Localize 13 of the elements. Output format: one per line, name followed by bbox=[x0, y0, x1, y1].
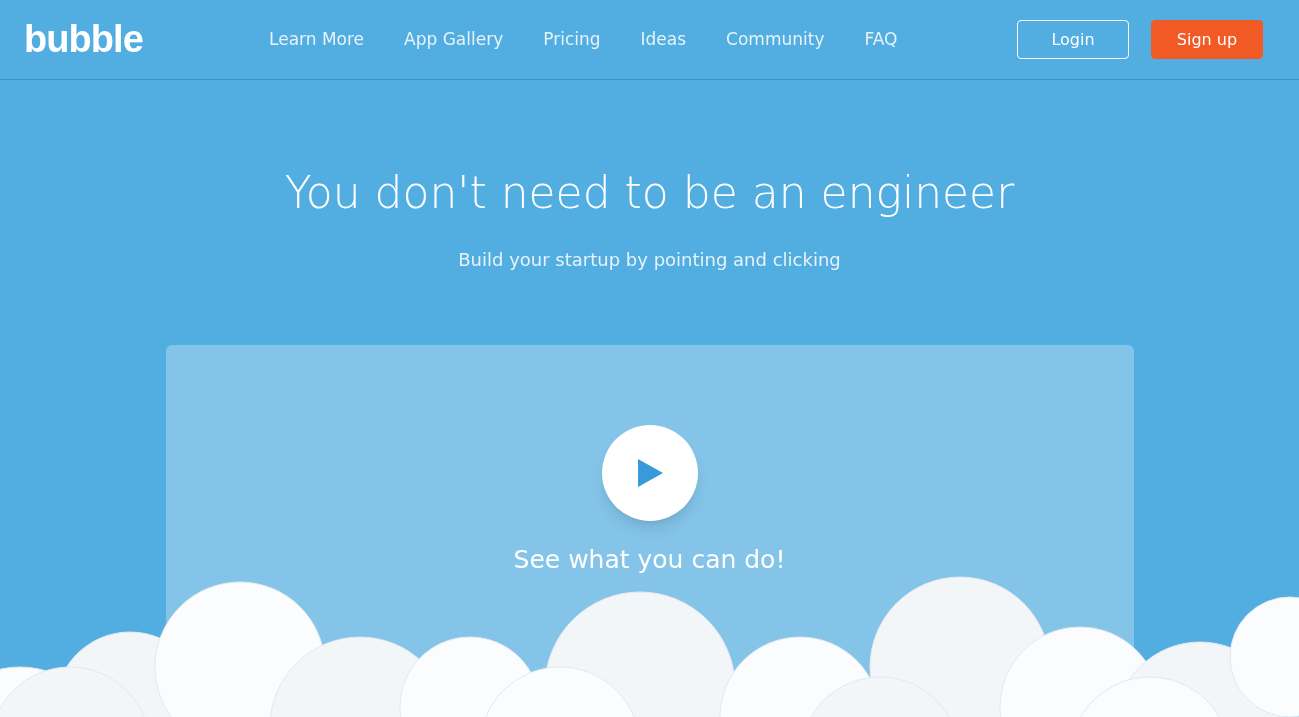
sign-up-button[interactable]: Sign up bbox=[1151, 20, 1263, 59]
nav-link[interactable]: Learn More bbox=[269, 26, 365, 53]
nav-link[interactable]: Community bbox=[726, 26, 825, 53]
nav-link[interactable]: Pricing bbox=[543, 26, 601, 53]
logo[interactable]: bubble bbox=[24, 11, 244, 68]
nav-link[interactable]: App Gallery bbox=[404, 26, 504, 53]
play-icon bbox=[635, 458, 664, 488]
nav-link[interactable]: FAQ bbox=[864, 26, 898, 53]
login-button[interactable]: Login bbox=[1017, 20, 1129, 59]
video-caption: See what you can do! bbox=[513, 544, 786, 576]
hero-title: You don't need to be an engineer bbox=[283, 166, 1016, 220]
hero-subtitle: Build your startup by pointing and clicking bbox=[457, 248, 842, 272]
nav-link[interactable]: Ideas bbox=[640, 26, 687, 53]
